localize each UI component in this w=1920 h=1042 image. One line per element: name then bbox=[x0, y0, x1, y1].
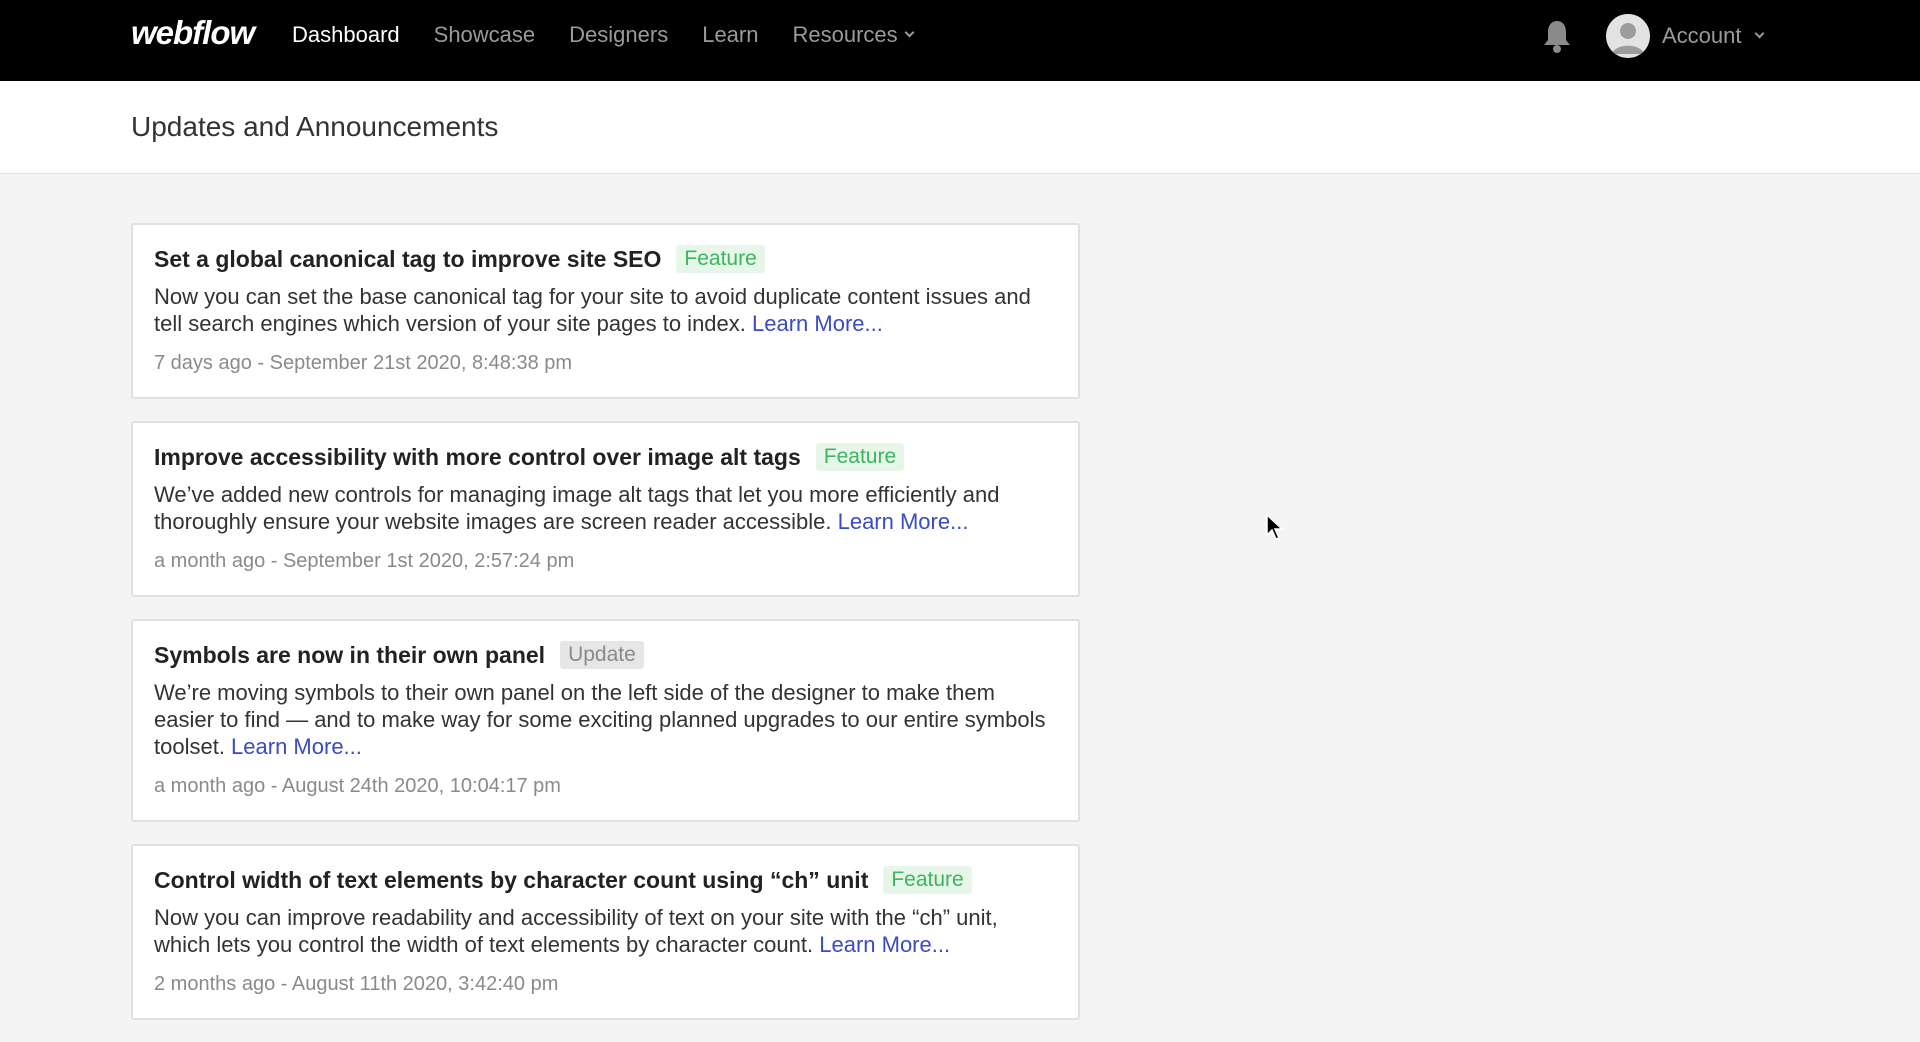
announcement-date: a month ago - August 24th 2020, 10:04:17… bbox=[154, 775, 561, 797]
announcement-date: 2 months ago - August 11th 2020, 3:42:40… bbox=[154, 973, 559, 995]
account-label: Account bbox=[1662, 23, 1742, 48]
chevron-down-icon bbox=[904, 27, 915, 38]
learn-more-link[interactable]: Learn More... bbox=[819, 932, 950, 957]
nav-link-learn[interactable]: Learn bbox=[702, 22, 758, 48]
webflow-logo[interactable]: webflow bbox=[131, 14, 255, 52]
update-badge: Update bbox=[560, 641, 644, 669]
nav-link-label: Learn bbox=[702, 22, 759, 47]
chevron-down-icon bbox=[1754, 28, 1764, 39]
mouse-cursor-icon bbox=[1266, 513, 1284, 542]
announcement-title: Symbols are now in their own panel bbox=[154, 641, 546, 668]
learn-more-link[interactable]: Learn More... bbox=[231, 734, 362, 759]
announcement-card: Set a global canonical tag to improve si… bbox=[131, 223, 1080, 399]
announcement-title: Set a global canonical tag to improve si… bbox=[154, 245, 662, 272]
nav-link-showcase[interactable]: Showcase bbox=[434, 22, 536, 48]
announcement-date: a month ago - September 1st 2020, 2:57:2… bbox=[154, 550, 575, 572]
announcement-card: Improve accessibility with more control … bbox=[131, 421, 1080, 597]
announcements-feed: Set a global canonical tag to improve si… bbox=[131, 223, 1080, 1042]
announcement-body: Now you can set the base canonical tag f… bbox=[154, 283, 1058, 337]
announcement-body: Now you can improve readability and acce… bbox=[154, 904, 1058, 958]
feature-badge: Feature bbox=[815, 443, 905, 471]
learn-more-link[interactable]: Learn More... bbox=[838, 509, 969, 534]
card-header: Improve accessibility with more control … bbox=[154, 443, 1058, 471]
nav-link-resources[interactable]: Resources bbox=[792, 22, 915, 48]
top-navigation-bar: webflow Dashboard Showcase Designers Lea… bbox=[0, 0, 1920, 81]
card-header: Symbols are now in their own panel Updat… bbox=[154, 641, 1058, 669]
avatar bbox=[1606, 14, 1650, 58]
card-header: Set a global canonical tag to improve si… bbox=[154, 245, 1058, 273]
nav-link-label: Dashboard bbox=[292, 22, 400, 47]
announcement-text: Now you can set the base canonical tag f… bbox=[154, 284, 1031, 336]
announcement-body: We’ve added new controls for managing im… bbox=[154, 481, 1058, 535]
announcement-card: Control width of text elements by charac… bbox=[131, 844, 1080, 1020]
page-header: Updates and Announcements bbox=[0, 81, 1920, 174]
nav-link-label: Designers bbox=[569, 22, 669, 47]
page-title: Updates and Announcements bbox=[131, 111, 499, 142]
announcement-body: We’re moving symbols to their own panel … bbox=[154, 679, 1058, 760]
announcement-title: Improve accessibility with more control … bbox=[154, 443, 801, 470]
bell-icon[interactable] bbox=[1540, 18, 1574, 54]
account-menu[interactable]: Account bbox=[1606, 14, 1764, 58]
nav-link-dashboard[interactable]: Dashboard bbox=[292, 22, 400, 48]
feature-badge: Feature bbox=[883, 866, 972, 894]
main-nav: Dashboard Showcase Designers Learn Resou… bbox=[292, 0, 947, 70]
feature-badge: Feature bbox=[676, 245, 765, 273]
nav-link-label: Showcase bbox=[433, 22, 536, 47]
announcement-title: Control width of text elements by charac… bbox=[154, 866, 869, 893]
announcement-date: 7 days ago - September 21st 2020, 8:48:3… bbox=[154, 352, 573, 374]
announcement-card: Symbols are now in their own panel Updat… bbox=[131, 619, 1080, 822]
learn-more-link[interactable]: Learn More... bbox=[752, 311, 883, 336]
card-header: Control width of text elements by charac… bbox=[154, 866, 1058, 894]
nav-link-designers[interactable]: Designers bbox=[569, 22, 668, 48]
nav-link-label: Resources bbox=[792, 22, 898, 47]
